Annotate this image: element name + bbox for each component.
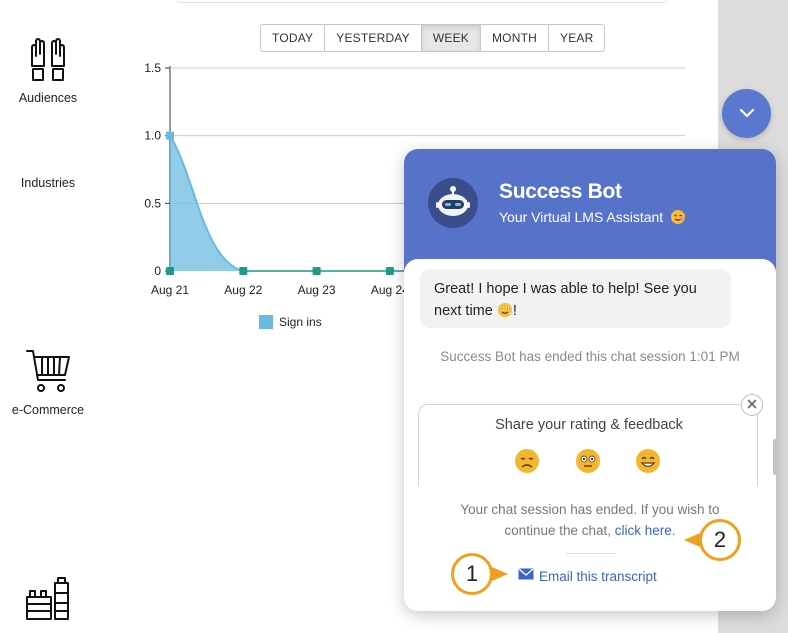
collapse-chat-button[interactable] — [722, 89, 771, 138]
legend-label: Sign ins — [279, 315, 322, 329]
bot-message-bubble: Great! I hope I was able to help! See yo… — [420, 269, 731, 328]
page-root: Audiences Industries e-Commerce TODAY YE… — [0, 0, 788, 633]
chat-header: Success Bot Your Virtual LMS Assistant — [404, 149, 776, 273]
email-transcript-link[interactable]: Email this transcript — [518, 567, 657, 585]
chat-subtitle: Your Virtual LMS Assistant — [499, 209, 686, 228]
category-label: Audiences — [18, 91, 78, 105]
chat-subtitle-text: Your Virtual LMS Assistant — [499, 209, 664, 225]
category-industries[interactable]: Industries — [0, 176, 96, 190]
x-tick-label: Aug 23 — [298, 283, 336, 297]
category-label: e-Commerce — [11, 403, 85, 417]
y-tick-label: 0 — [154, 264, 161, 278]
close-icon — [747, 396, 757, 414]
range-year-button[interactable]: YEAR — [549, 25, 604, 51]
neutral-face-icon[interactable] — [575, 448, 601, 474]
chat-scrollbar[interactable] — [773, 439, 776, 475]
bubble-line1: Great! I hope I was able to help! See yo… — [434, 281, 697, 297]
smile-emoji-icon — [497, 302, 513, 325]
building-icon — [0, 577, 96, 626]
wink-emoji-icon — [670, 209, 686, 228]
category-audiences[interactable]: Audiences — [0, 36, 96, 105]
data-point — [312, 267, 321, 275]
data-point — [166, 131, 174, 140]
y-tick-label: 0.5 — [144, 196, 161, 210]
close-rating-button[interactable] — [741, 394, 763, 416]
category-label: Industries — [20, 176, 76, 190]
bubble-end: ! — [512, 303, 517, 319]
x-tick-label: Aug 21 — [151, 283, 189, 297]
callout-1-pointer — [492, 567, 508, 581]
chat-title: Success Bot — [499, 180, 622, 203]
rating-title: Share your rating & feedback — [495, 417, 683, 433]
category-ecommerce[interactable]: e-Commerce — [0, 348, 96, 417]
ended-message: Your chat session has ended. If you wish… — [460, 502, 720, 538]
legend-swatch — [259, 315, 273, 329]
y-tick-label: 1.5 — [144, 61, 161, 75]
date-range-selector: TODAY YESTERDAY WEEK MONTH YEAR — [260, 24, 606, 52]
category-building[interactable] — [0, 577, 96, 632]
email-transcript-label: Email this transcript — [539, 568, 657, 584]
callout-1: 1 — [451, 553, 493, 595]
bubble-line2: next time — [434, 303, 493, 319]
rating-fade — [404, 485, 776, 497]
system-message: Success Bot has ended this chat session … — [440, 349, 740, 364]
robot-avatar-icon — [428, 178, 478, 228]
callout-2-pointer — [684, 533, 700, 547]
ended-period: . — [671, 523, 676, 538]
top-input-field[interactable] — [177, 0, 667, 3]
chevron-down-icon — [739, 105, 755, 123]
continue-chat-link[interactable]: click here — [615, 523, 672, 538]
x-tick-label: Aug 22 — [224, 283, 262, 297]
callout-2: 2 — [699, 519, 741, 561]
range-week-button[interactable]: WEEK — [421, 25, 481, 51]
divider — [566, 553, 616, 554]
raised-hands-icon — [0, 36, 96, 85]
rating-card: Share your rating & feedback — [418, 404, 758, 486]
y-tick-label: 1.0 — [144, 129, 161, 143]
data-point — [166, 267, 174, 275]
data-point — [239, 267, 248, 275]
envelope-icon — [518, 567, 534, 585]
sad-face-icon[interactable] — [514, 448, 540, 474]
range-month-button[interactable]: MONTH — [481, 25, 549, 51]
shopping-cart-icon — [0, 348, 96, 397]
range-today-button[interactable]: TODAY — [261, 25, 326, 51]
range-yesterday-button[interactable]: YESTERDAY — [325, 25, 422, 51]
data-point — [385, 267, 394, 275]
happy-face-icon[interactable] — [635, 448, 661, 474]
